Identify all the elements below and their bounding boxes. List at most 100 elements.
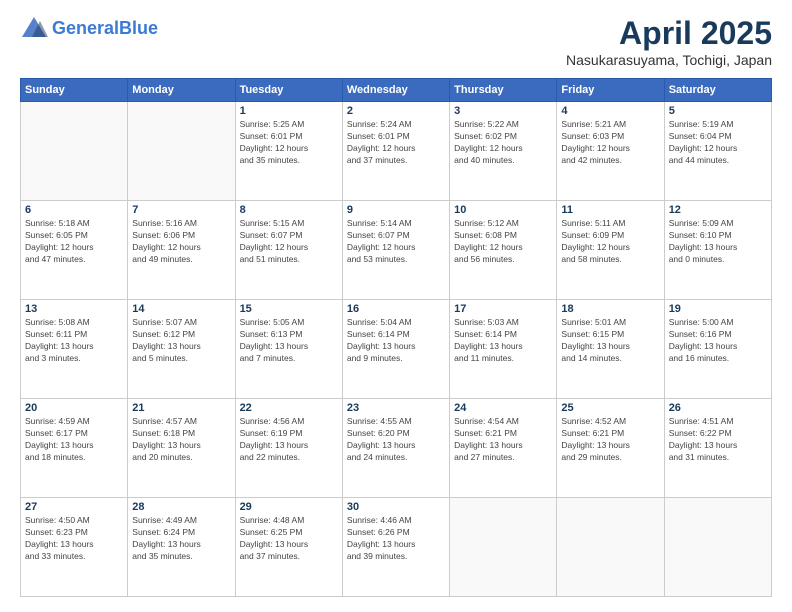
page: GeneralBlue April 2025 Nasukarasuyama, T… — [0, 0, 792, 612]
day-number: 20 — [25, 402, 123, 414]
calendar-cell: 16 Sunrise: 5:04 AM Sunset: 6:14 PM Dayli… — [342, 300, 449, 399]
calendar-cell: 15 Sunrise: 5:05 AM Sunset: 6:13 PM Dayli… — [235, 300, 342, 399]
weekday-header: Sunday — [21, 79, 128, 102]
calendar-week-row: 20 Sunrise: 4:59 AM Sunset: 6:17 PM Dayli… — [21, 399, 772, 498]
calendar-cell: 6 Sunrise: 5:18 AM Sunset: 6:05 PM Daylig… — [21, 201, 128, 300]
day-info: Sunrise: 5:03 AM Sunset: 6:14 PM Dayligh… — [454, 317, 552, 365]
day-number: 23 — [347, 402, 445, 414]
day-info: Sunrise: 4:52 AM Sunset: 6:21 PM Dayligh… — [561, 416, 659, 464]
calendar-cell: 12 Sunrise: 5:09 AM Sunset: 6:10 PM Dayli… — [664, 201, 771, 300]
day-number: 30 — [347, 501, 445, 513]
day-number: 22 — [240, 402, 338, 414]
day-info: Sunrise: 5:22 AM Sunset: 6:02 PM Dayligh… — [454, 119, 552, 167]
calendar-table: SundayMondayTuesdayWednesdayThursdayFrid… — [20, 78, 772, 597]
day-number: 14 — [132, 303, 230, 315]
title-block: April 2025 Nasukarasuyama, Tochigi, Japa… — [566, 15, 772, 68]
day-info: Sunrise: 5:14 AM Sunset: 6:07 PM Dayligh… — [347, 218, 445, 266]
day-number: 3 — [454, 105, 552, 117]
calendar-cell — [664, 498, 771, 597]
day-number: 9 — [347, 204, 445, 216]
calendar-cell: 25 Sunrise: 4:52 AM Sunset: 6:21 PM Dayli… — [557, 399, 664, 498]
weekday-header: Tuesday — [235, 79, 342, 102]
day-info: Sunrise: 5:15 AM Sunset: 6:07 PM Dayligh… — [240, 218, 338, 266]
day-number: 12 — [669, 204, 767, 216]
calendar-week-row: 27 Sunrise: 4:50 AM Sunset: 6:23 PM Dayli… — [21, 498, 772, 597]
calendar-cell: 3 Sunrise: 5:22 AM Sunset: 6:02 PM Daylig… — [450, 102, 557, 201]
calendar-cell: 29Sunrise: 4:48 AM Sunset: 6:25 PM Dayli… — [235, 498, 342, 597]
day-info: Sunrise: 5:05 AM Sunset: 6:13 PM Dayligh… — [240, 317, 338, 365]
day-number: 15 — [240, 303, 338, 315]
day-info: Sunrise: 5:00 AM Sunset: 6:16 PM Dayligh… — [669, 317, 767, 365]
day-number: 4 — [561, 105, 659, 117]
weekday-header-row: SundayMondayTuesdayWednesdayThursdayFrid… — [21, 79, 772, 102]
calendar-cell: 1 Sunrise: 5:25 AM Sunset: 6:01 PM Daylig… — [235, 102, 342, 201]
calendar-cell — [21, 102, 128, 201]
day-number: 24 — [454, 402, 552, 414]
day-number: 21 — [132, 402, 230, 414]
day-number: 7 — [132, 204, 230, 216]
day-number: 29 — [240, 501, 338, 513]
day-info: Sunrise: 4:56 AM Sunset: 6:19 PM Dayligh… — [240, 416, 338, 464]
day-number: 6 — [25, 204, 123, 216]
day-number: 10 — [454, 204, 552, 216]
day-info: Sunrise: 4:51 AM Sunset: 6:22 PM Dayligh… — [669, 416, 767, 464]
day-number: 25 — [561, 402, 659, 414]
day-info: Sunrise: 5:07 AM Sunset: 6:12 PM Dayligh… — [132, 317, 230, 365]
day-number: 26 — [669, 402, 767, 414]
calendar-cell: 13Sunrise: 5:08 AM Sunset: 6:11 PM Dayli… — [21, 300, 128, 399]
calendar-cell: 21 Sunrise: 4:57 AM Sunset: 6:18 PM Dayli… — [128, 399, 235, 498]
day-info: Sunrise: 4:54 AM Sunset: 6:21 PM Dayligh… — [454, 416, 552, 464]
day-info: Sunrise: 4:59 AM Sunset: 6:17 PM Dayligh… — [25, 416, 123, 464]
calendar-cell: 5Sunrise: 5:19 AM Sunset: 6:04 PM Daylig… — [664, 102, 771, 201]
header: GeneralBlue April 2025 Nasukarasuyama, T… — [20, 15, 772, 68]
day-number: 27 — [25, 501, 123, 513]
logo-icon — [20, 15, 48, 43]
day-info: Sunrise: 4:55 AM Sunset: 6:20 PM Dayligh… — [347, 416, 445, 464]
day-info: Sunrise: 4:50 AM Sunset: 6:23 PM Dayligh… — [25, 515, 123, 563]
day-number: 5 — [669, 105, 767, 117]
calendar-cell: 30Sunrise: 4:46 AM Sunset: 6:26 PM Dayli… — [342, 498, 449, 597]
calendar-cell: 9 Sunrise: 5:14 AM Sunset: 6:07 PM Daylig… — [342, 201, 449, 300]
day-info: Sunrise: 5:16 AM Sunset: 6:06 PM Dayligh… — [132, 218, 230, 266]
logo-text: GeneralBlue — [52, 19, 158, 39]
calendar-cell — [557, 498, 664, 597]
calendar-week-row: 1 Sunrise: 5:25 AM Sunset: 6:01 PM Daylig… — [21, 102, 772, 201]
calendar-cell: 24 Sunrise: 4:54 AM Sunset: 6:21 PM Dayli… — [450, 399, 557, 498]
day-number: 8 — [240, 204, 338, 216]
calendar-body: 1 Sunrise: 5:25 AM Sunset: 6:01 PM Daylig… — [21, 102, 772, 597]
day-number: 11 — [561, 204, 659, 216]
logo: GeneralBlue — [20, 15, 158, 43]
calendar-cell: 18 Sunrise: 5:01 AM Sunset: 6:15 PM Dayli… — [557, 300, 664, 399]
weekday-header: Saturday — [664, 79, 771, 102]
day-info: Sunrise: 5:11 AM Sunset: 6:09 PM Dayligh… — [561, 218, 659, 266]
calendar-cell: 20 Sunrise: 4:59 AM Sunset: 6:17 PM Dayli… — [21, 399, 128, 498]
day-info: Sunrise: 5:04 AM Sunset: 6:14 PM Dayligh… — [347, 317, 445, 365]
day-info: Sunrise: 5:18 AM Sunset: 6:05 PM Dayligh… — [25, 218, 123, 266]
day-info: Sunrise: 5:09 AM Sunset: 6:10 PM Dayligh… — [669, 218, 767, 266]
day-number: 18 — [561, 303, 659, 315]
calendar-cell: 19Sunrise: 5:00 AM Sunset: 6:16 PM Dayli… — [664, 300, 771, 399]
weekday-header: Monday — [128, 79, 235, 102]
day-info: Sunrise: 4:57 AM Sunset: 6:18 PM Dayligh… — [132, 416, 230, 464]
day-info: Sunrise: 5:24 AM Sunset: 6:01 PM Dayligh… — [347, 119, 445, 167]
calendar-cell: 26 Sunrise: 4:51 AM Sunset: 6:22 PM Dayli… — [664, 399, 771, 498]
day-number: 16 — [347, 303, 445, 315]
calendar-cell — [450, 498, 557, 597]
calendar-cell: 14 Sunrise: 5:07 AM Sunset: 6:12 PM Dayli… — [128, 300, 235, 399]
location-title: Nasukarasuyama, Tochigi, Japan — [566, 52, 772, 68]
calendar-cell: 4 Sunrise: 5:21 AM Sunset: 6:03 PM Daylig… — [557, 102, 664, 201]
weekday-header: Wednesday — [342, 79, 449, 102]
day-info: Sunrise: 5:25 AM Sunset: 6:01 PM Dayligh… — [240, 119, 338, 167]
calendar-cell: 7 Sunrise: 5:16 AM Sunset: 6:06 PM Daylig… — [128, 201, 235, 300]
day-number: 28 — [132, 501, 230, 513]
day-info: Sunrise: 4:49 AM Sunset: 6:24 PM Dayligh… — [132, 515, 230, 563]
month-title: April 2025 — [566, 15, 772, 52]
day-info: Sunrise: 5:21 AM Sunset: 6:03 PM Dayligh… — [561, 119, 659, 167]
logo-line1: General — [52, 18, 119, 38]
day-info: Sunrise: 5:08 AM Sunset: 6:11 PM Dayligh… — [25, 317, 123, 365]
day-info: Sunrise: 5:01 AM Sunset: 6:15 PM Dayligh… — [561, 317, 659, 365]
day-number: 2 — [347, 105, 445, 117]
calendar-cell: 28 Sunrise: 4:49 AM Sunset: 6:24 PM Dayli… — [128, 498, 235, 597]
logo-line2: Blue — [119, 18, 158, 38]
day-number: 1 — [240, 105, 338, 117]
